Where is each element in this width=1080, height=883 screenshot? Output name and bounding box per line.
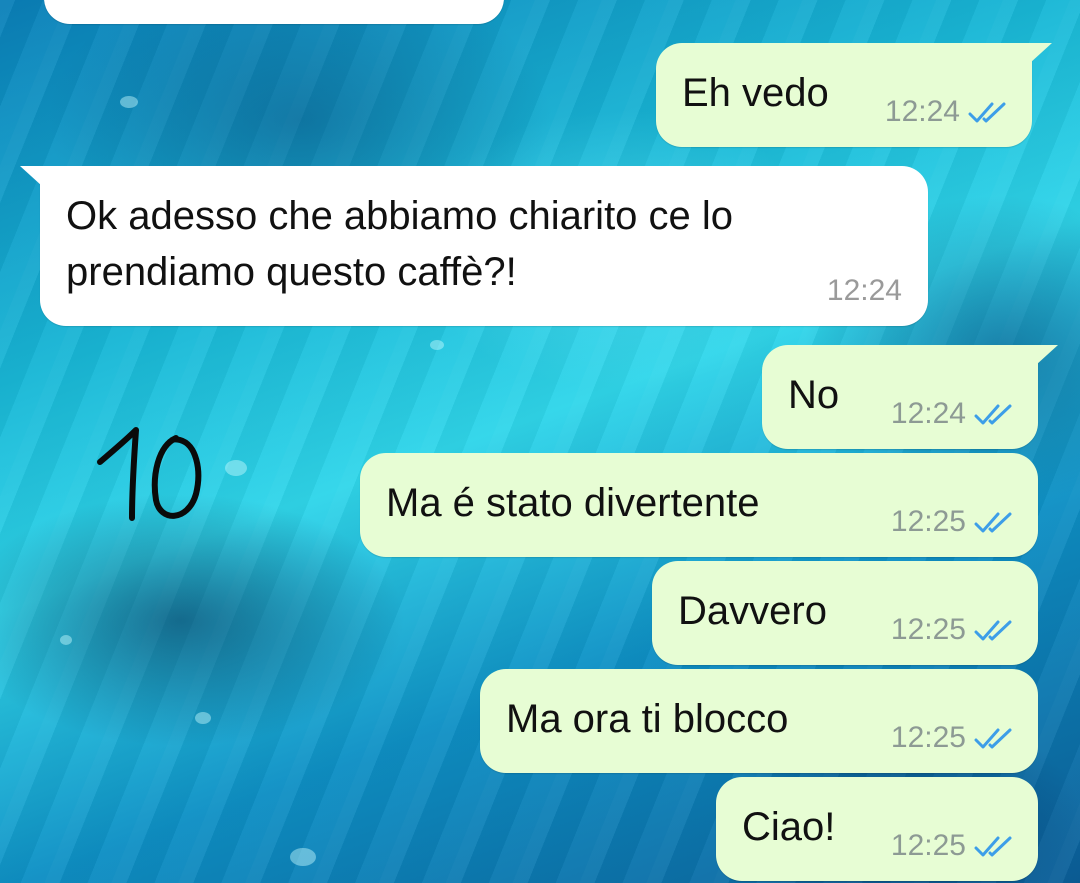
message-time: 12:24: [884, 95, 960, 128]
message-meta: 12:24: [827, 276, 902, 306]
message-text-line2: prendiamo questo caffè?!: [66, 250, 517, 294]
wallpaper-splash: [120, 96, 138, 108]
bubble-tail: [1036, 345, 1058, 365]
message-meta: 12:24: [885, 97, 1010, 127]
double-check-icon: [974, 404, 1012, 425]
double-check-icon: [974, 620, 1012, 641]
handwritten-annotation: [97, 427, 202, 521]
wallpaper-splash: [60, 635, 72, 645]
message-time: 12:25: [890, 721, 966, 754]
message-meta: 12:25: [891, 615, 1016, 645]
message-text: Eh vedo: [682, 71, 829, 115]
message-meta: 12:25: [891, 723, 1016, 753]
message-bubble-outgoing[interactable]: Ma é stato divertente 12:25: [360, 453, 1038, 557]
message-bubble-partial[interactable]: [44, 0, 504, 24]
message-text: Davvero: [678, 589, 827, 633]
double-check-icon: [968, 102, 1006, 123]
bubble-tail: [1030, 43, 1052, 63]
message-bubble-outgoing[interactable]: Ciao! 12:25: [716, 777, 1038, 881]
message-text: No: [788, 373, 840, 417]
message-time: 12:25: [890, 829, 966, 862]
message-meta: 12:25: [891, 831, 1016, 861]
double-check-icon: [974, 836, 1012, 857]
message-meta: 12:25: [891, 507, 1016, 537]
message-text: Ma ora ti blocco: [506, 697, 789, 741]
bubble-tail: [20, 166, 42, 186]
wallpaper-splash: [290, 848, 316, 866]
message-time: 12:25: [890, 613, 966, 646]
message-meta: 12:24: [891, 399, 1016, 429]
wallpaper-splash: [430, 340, 444, 350]
message-bubble-outgoing[interactable]: Ma ora ti blocco 12:25: [480, 669, 1038, 773]
message-text: Ma é stato divertente: [386, 481, 760, 525]
double-check-icon: [974, 728, 1012, 749]
message-bubble-incoming[interactable]: Ok adesso che abbiamo chiarito ce lo pre…: [20, 166, 928, 326]
message-text-line1: Ok adesso che abbiamo chiarito ce lo: [66, 194, 734, 238]
message-time: 12:24: [890, 397, 966, 430]
wallpaper-splash: [195, 712, 211, 724]
message-bubble-outgoing[interactable]: No 12:24: [762, 345, 1058, 449]
wallpaper-splash: [225, 460, 247, 476]
double-check-icon: [974, 512, 1012, 533]
message-bubble-outgoing[interactable]: Eh vedo 12:24: [656, 43, 1052, 147]
message-text: Ciao!: [742, 805, 836, 849]
message-time: 12:24: [826, 274, 902, 307]
message-time: 12:25: [890, 505, 966, 538]
message-bubble-outgoing[interactable]: Davvero 12:25: [652, 561, 1038, 665]
